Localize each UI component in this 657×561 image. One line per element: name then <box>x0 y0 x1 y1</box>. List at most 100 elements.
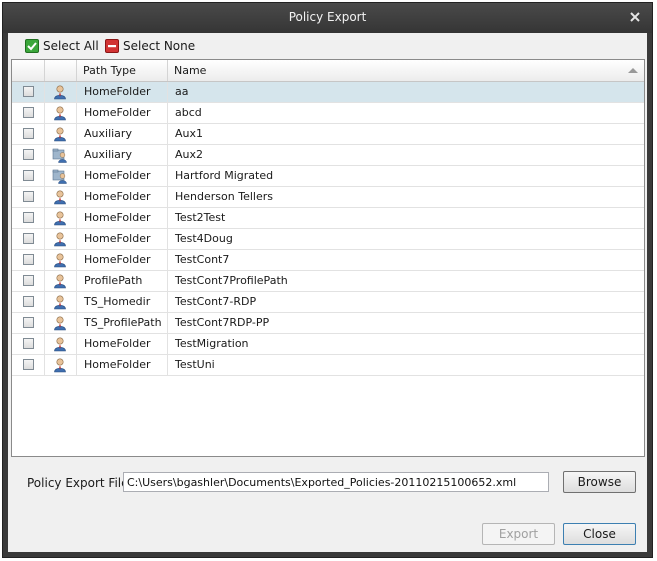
policy-name-text: TestCont7RDP-PP <box>175 316 270 329</box>
path-type-cell: TS_Homedir <box>77 292 168 312</box>
grid-rows: HomeFolder aa HomeFolder abcd Auxiliary Aux1 A… <box>12 82 644 376</box>
path-type-cell: HomeFolder <box>77 334 168 354</box>
user-icon <box>52 294 68 310</box>
select-none-button[interactable]: Select None <box>105 37 195 55</box>
row-checkbox[interactable] <box>23 296 34 307</box>
path-type-header-label: Path Type <box>83 64 136 77</box>
icon-cell <box>45 82 77 102</box>
name-cell: abcd <box>168 103 644 123</box>
policy-name-text: Henderson Tellers <box>175 190 273 203</box>
icon-cell <box>45 313 77 333</box>
checkbox-cell <box>12 145 45 165</box>
path-type-cell: TS_ProfilePath <box>77 313 168 333</box>
select-all-label: Select All <box>43 39 99 53</box>
table-row[interactable]: HomeFolder Hartford Migrated <box>12 166 644 187</box>
path-type-column-header[interactable]: Path Type <box>77 60 168 81</box>
row-checkbox[interactable] <box>23 86 34 97</box>
user-folder-icon <box>52 168 68 184</box>
table-row[interactable]: HomeFolder TestCont7 <box>12 250 644 271</box>
title-bar[interactable]: Policy Export <box>3 3 652 33</box>
icon-cell <box>45 187 77 207</box>
checkbox-cell <box>12 271 45 291</box>
row-checkbox[interactable] <box>23 170 34 181</box>
checkbox-cell <box>12 208 45 228</box>
row-checkbox[interactable] <box>23 254 34 265</box>
name-cell: Test2Test <box>168 208 644 228</box>
close-window-icon[interactable] <box>628 10 642 24</box>
name-cell: Hartford Migrated <box>168 166 644 186</box>
user-icon <box>52 189 68 205</box>
path-type-cell: ProfilePath <box>77 271 168 291</box>
policy-export-window: Policy Export Select All Select None Pat… <box>2 2 653 558</box>
path-type-text: HomeFolder <box>84 85 151 98</box>
path-type-text: TS_ProfilePath <box>84 316 162 329</box>
row-checkbox[interactable] <box>23 107 34 118</box>
policy-name-text: TestMigration <box>175 337 249 350</box>
table-row[interactable]: HomeFolder Test2Test <box>12 208 644 229</box>
table-row[interactable]: HomeFolder aa <box>12 82 644 103</box>
policy-name-text: TestCont7ProfilePath <box>175 274 288 287</box>
row-checkbox[interactable] <box>23 338 34 349</box>
path-type-text: HomeFolder <box>84 211 151 224</box>
user-icon <box>52 357 68 373</box>
table-row[interactable]: Auxiliary Aux2 <box>12 145 644 166</box>
row-checkbox[interactable] <box>23 317 34 328</box>
checkbox-cell <box>12 82 45 102</box>
checkbox-cell <box>12 355 45 375</box>
table-row[interactable]: HomeFolder TestMigration <box>12 334 644 355</box>
user-icon <box>52 105 68 121</box>
table-row[interactable]: Auxiliary Aux1 <box>12 124 644 145</box>
row-checkbox[interactable] <box>23 128 34 139</box>
name-cell: Aux2 <box>168 145 644 165</box>
user-icon <box>52 126 68 142</box>
path-type-text: HomeFolder <box>84 253 151 266</box>
select-none-label: Select None <box>123 39 196 53</box>
select-all-button[interactable]: Select All <box>25 37 99 55</box>
path-type-cell: HomeFolder <box>77 103 168 123</box>
checkbox-column-header[interactable] <box>12 60 45 81</box>
user-icon <box>52 84 68 100</box>
policy-name-text: TestCont7 <box>175 253 230 266</box>
table-row[interactable]: TS_ProfilePath TestCont7RDP-PP <box>12 313 644 334</box>
table-row[interactable]: HomeFolder abcd <box>12 103 644 124</box>
row-checkbox[interactable] <box>23 275 34 286</box>
path-type-text: TS_Homedir <box>84 295 151 308</box>
checkbox-cell <box>12 166 45 186</box>
row-checkbox[interactable] <box>23 149 34 160</box>
policy-name-text: Aux1 <box>175 127 204 140</box>
user-icon <box>52 315 68 331</box>
path-type-text: HomeFolder <box>84 232 151 245</box>
name-column-header[interactable]: Name <box>168 60 644 81</box>
export-button[interactable]: Export <box>482 523 555 545</box>
dialog-body: Select All Select None Path Type Name Ho… <box>8 33 647 552</box>
row-checkbox[interactable] <box>23 191 34 202</box>
user-folder-icon <box>52 147 68 163</box>
export-file-path-input[interactable] <box>123 472 549 492</box>
name-cell: Test4Doug <box>168 229 644 249</box>
name-cell: TestMigration <box>168 334 644 354</box>
checkbox-cell <box>12 334 45 354</box>
policy-name-text: Hartford Migrated <box>175 169 274 182</box>
path-type-text: HomeFolder <box>84 337 151 350</box>
table-row[interactable]: HomeFolder Henderson Tellers <box>12 187 644 208</box>
table-row[interactable]: HomeFolder Test4Doug <box>12 229 644 250</box>
path-type-cell: HomeFolder <box>77 208 168 228</box>
checkbox-cell <box>12 103 45 123</box>
path-type-cell: HomeFolder <box>77 166 168 186</box>
icon-column-header[interactable] <box>45 60 77 81</box>
table-row[interactable]: ProfilePath TestCont7ProfilePath <box>12 271 644 292</box>
path-type-cell: HomeFolder <box>77 355 168 375</box>
close-button[interactable]: Close <box>563 523 636 545</box>
row-checkbox[interactable] <box>23 212 34 223</box>
checkmark-icon <box>25 39 39 53</box>
table-row[interactable]: HomeFolder TestUni <box>12 355 644 376</box>
policy-name-text: aa <box>175 85 189 98</box>
window-title: Policy Export <box>288 10 367 24</box>
policy-name-text: Aux2 <box>175 148 204 161</box>
table-row[interactable]: TS_Homedir TestCont7-RDP <box>12 292 644 313</box>
browse-button[interactable]: Browse <box>563 471 636 493</box>
row-checkbox[interactable] <box>23 233 34 244</box>
name-cell: TestCont7ProfilePath <box>168 271 644 291</box>
row-checkbox[interactable] <box>23 359 34 370</box>
user-icon <box>52 210 68 226</box>
